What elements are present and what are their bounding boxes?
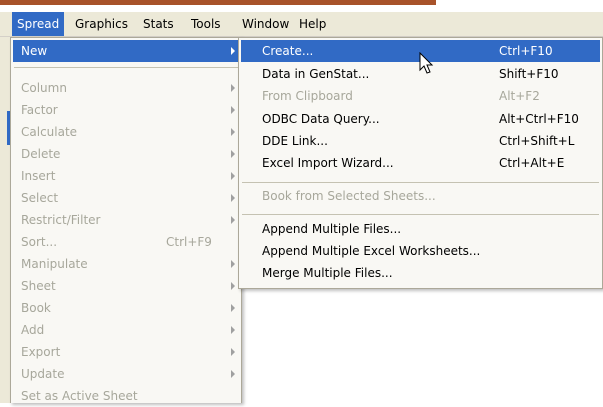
menu-item-label: Book from Selected Sheets...: [262, 189, 436, 203]
menu-item-label: Insert: [21, 169, 56, 183]
menu-item-label: Book: [21, 301, 51, 315]
menu-bar: Spread Graphics Stats Tools Window Help: [0, 12, 603, 37]
menu-item-merge-multiple-files[interactable]: Merge Multiple Files...: [241, 262, 600, 284]
menu-item-insert[interactable]: Insert: [13, 165, 239, 187]
menu-item-excel-import-wizard[interactable]: Excel Import Wizard... Ctrl+Alt+E: [241, 152, 600, 174]
menu-item-append-multiple-excel-worksheets[interactable]: Append Multiple Excel Worksheets...: [241, 240, 600, 262]
menu-item-odbc-data-query[interactable]: ODBC Data Query... Alt+Ctrl+F10: [241, 108, 600, 130]
submenu-arrow-icon: [231, 326, 235, 334]
submenu-arrow-icon: [231, 370, 235, 378]
menu-item-add[interactable]: Add: [13, 319, 239, 341]
menu-item-label: Manipulate: [21, 257, 88, 271]
menu-spread[interactable]: Spread: [12, 12, 65, 36]
menu-item-new[interactable]: New: [13, 40, 239, 62]
menu-separator: [14, 67, 238, 68]
submenu-arrow-icon: [231, 84, 235, 92]
submenu-arrow-icon: [231, 348, 235, 356]
menu-item-shortcut: Ctrl+F9: [166, 235, 212, 249]
menu-tools[interactable]: Tools: [186, 12, 226, 36]
menu-item-label: Sort...: [21, 235, 58, 249]
window-left-edge: [0, 37, 10, 403]
menu-item-factor[interactable]: Factor: [13, 99, 239, 121]
submenu-arrow-icon: [231, 128, 235, 136]
menu-item-label: Column: [21, 81, 67, 95]
submenu-arrow-icon: [231, 106, 235, 114]
menu-item-label: DDE Link...: [262, 134, 328, 148]
menu-item-select[interactable]: Select: [13, 187, 239, 209]
spread-menu: New Column Factor Calculate Delete Inser…: [10, 37, 242, 403]
menu-item-column[interactable]: Column: [13, 77, 239, 99]
menu-item-delete[interactable]: Delete: [13, 143, 239, 165]
menu-item-label: Calculate: [21, 125, 78, 139]
menu-help[interactable]: Help: [294, 12, 331, 36]
menu-separator: [242, 214, 599, 215]
menu-item-manipulate[interactable]: Manipulate: [13, 253, 239, 275]
menu-item-export[interactable]: Export: [13, 341, 239, 363]
menu-item-label: From Clipboard: [262, 89, 353, 103]
menu-item-label: Data in GenStat...: [262, 67, 370, 81]
menu-item-dde-link[interactable]: DDE Link... Ctrl+Shift+L: [241, 130, 600, 152]
menu-window[interactable]: Window: [237, 12, 294, 36]
menu-item-label: Select: [21, 191, 59, 205]
submenu-arrow-icon: [231, 216, 235, 224]
submenu-arrow-icon: [231, 282, 235, 290]
menu-item-shortcut: Alt+F2: [499, 89, 540, 103]
menu-item-restrict-filter[interactable]: Restrict/Filter: [13, 209, 239, 231]
menu-item-label: ODBC Data Query...: [262, 112, 380, 126]
menu-item-label: Delete: [21, 147, 61, 161]
menu-item-shortcut: Alt+Ctrl+F10: [499, 112, 579, 126]
menu-item-label: Create...: [262, 44, 314, 58]
menu-item-label: Update: [21, 367, 65, 381]
menu-item-update[interactable]: Update: [13, 363, 239, 385]
menu-item-shortcut: Ctrl+Alt+E: [499, 156, 565, 170]
menu-item-book[interactable]: Book: [13, 297, 239, 319]
menu-graphics[interactable]: Graphics: [70, 12, 133, 36]
mouse-pointer-icon: [419, 52, 434, 74]
menu-item-sheet[interactable]: Sheet: [13, 275, 239, 297]
menu-separator: [242, 182, 599, 183]
menu-item-shortcut: Ctrl+Shift+L: [499, 134, 575, 148]
submenu-arrow-icon: [231, 260, 235, 268]
submenu-arrow-icon: [231, 47, 235, 55]
menu-item-label: Add: [21, 323, 45, 337]
menu-item-label: Export: [21, 345, 61, 359]
menu-item-label: Factor: [21, 103, 58, 117]
menu-item-label: Sheet: [21, 279, 56, 293]
menu-item-label: New: [21, 44, 48, 58]
menu-item-from-clipboard[interactable]: From Clipboard Alt+F2: [241, 85, 600, 107]
title-bar-strip: [0, 0, 436, 5]
menu-item-set-as-active-sheet[interactable]: Set as Active Sheet: [13, 385, 239, 407]
menu-stats[interactable]: Stats: [138, 12, 179, 36]
submenu-arrow-icon: [231, 194, 235, 202]
menu-item-label: Excel Import Wizard...: [262, 156, 394, 170]
submenu-arrow-icon: [231, 172, 235, 180]
menu-item-label: Merge Multiple Files...: [262, 266, 393, 280]
menu-item-calculate[interactable]: Calculate: [13, 121, 239, 143]
menu-item-label: Append Multiple Excel Worksheets...: [262, 244, 481, 258]
menu-item-shortcut: Ctrl+F10: [499, 44, 553, 58]
menu-item-book-from-selected-sheets[interactable]: Book from Selected Sheets...: [241, 185, 600, 207]
menu-item-label: Append Multiple Files...: [262, 222, 402, 236]
submenu-arrow-icon: [231, 150, 235, 158]
menu-item-sort[interactable]: Sort... Ctrl+F9: [13, 231, 239, 253]
menu-item-shortcut: Shift+F10: [499, 67, 559, 81]
menu-item-label: Restrict/Filter: [21, 213, 101, 227]
menu-item-label: Set as Active Sheet: [21, 389, 138, 403]
menu-item-append-multiple-files[interactable]: Append Multiple Files...: [241, 218, 600, 240]
submenu-arrow-icon: [231, 304, 235, 312]
